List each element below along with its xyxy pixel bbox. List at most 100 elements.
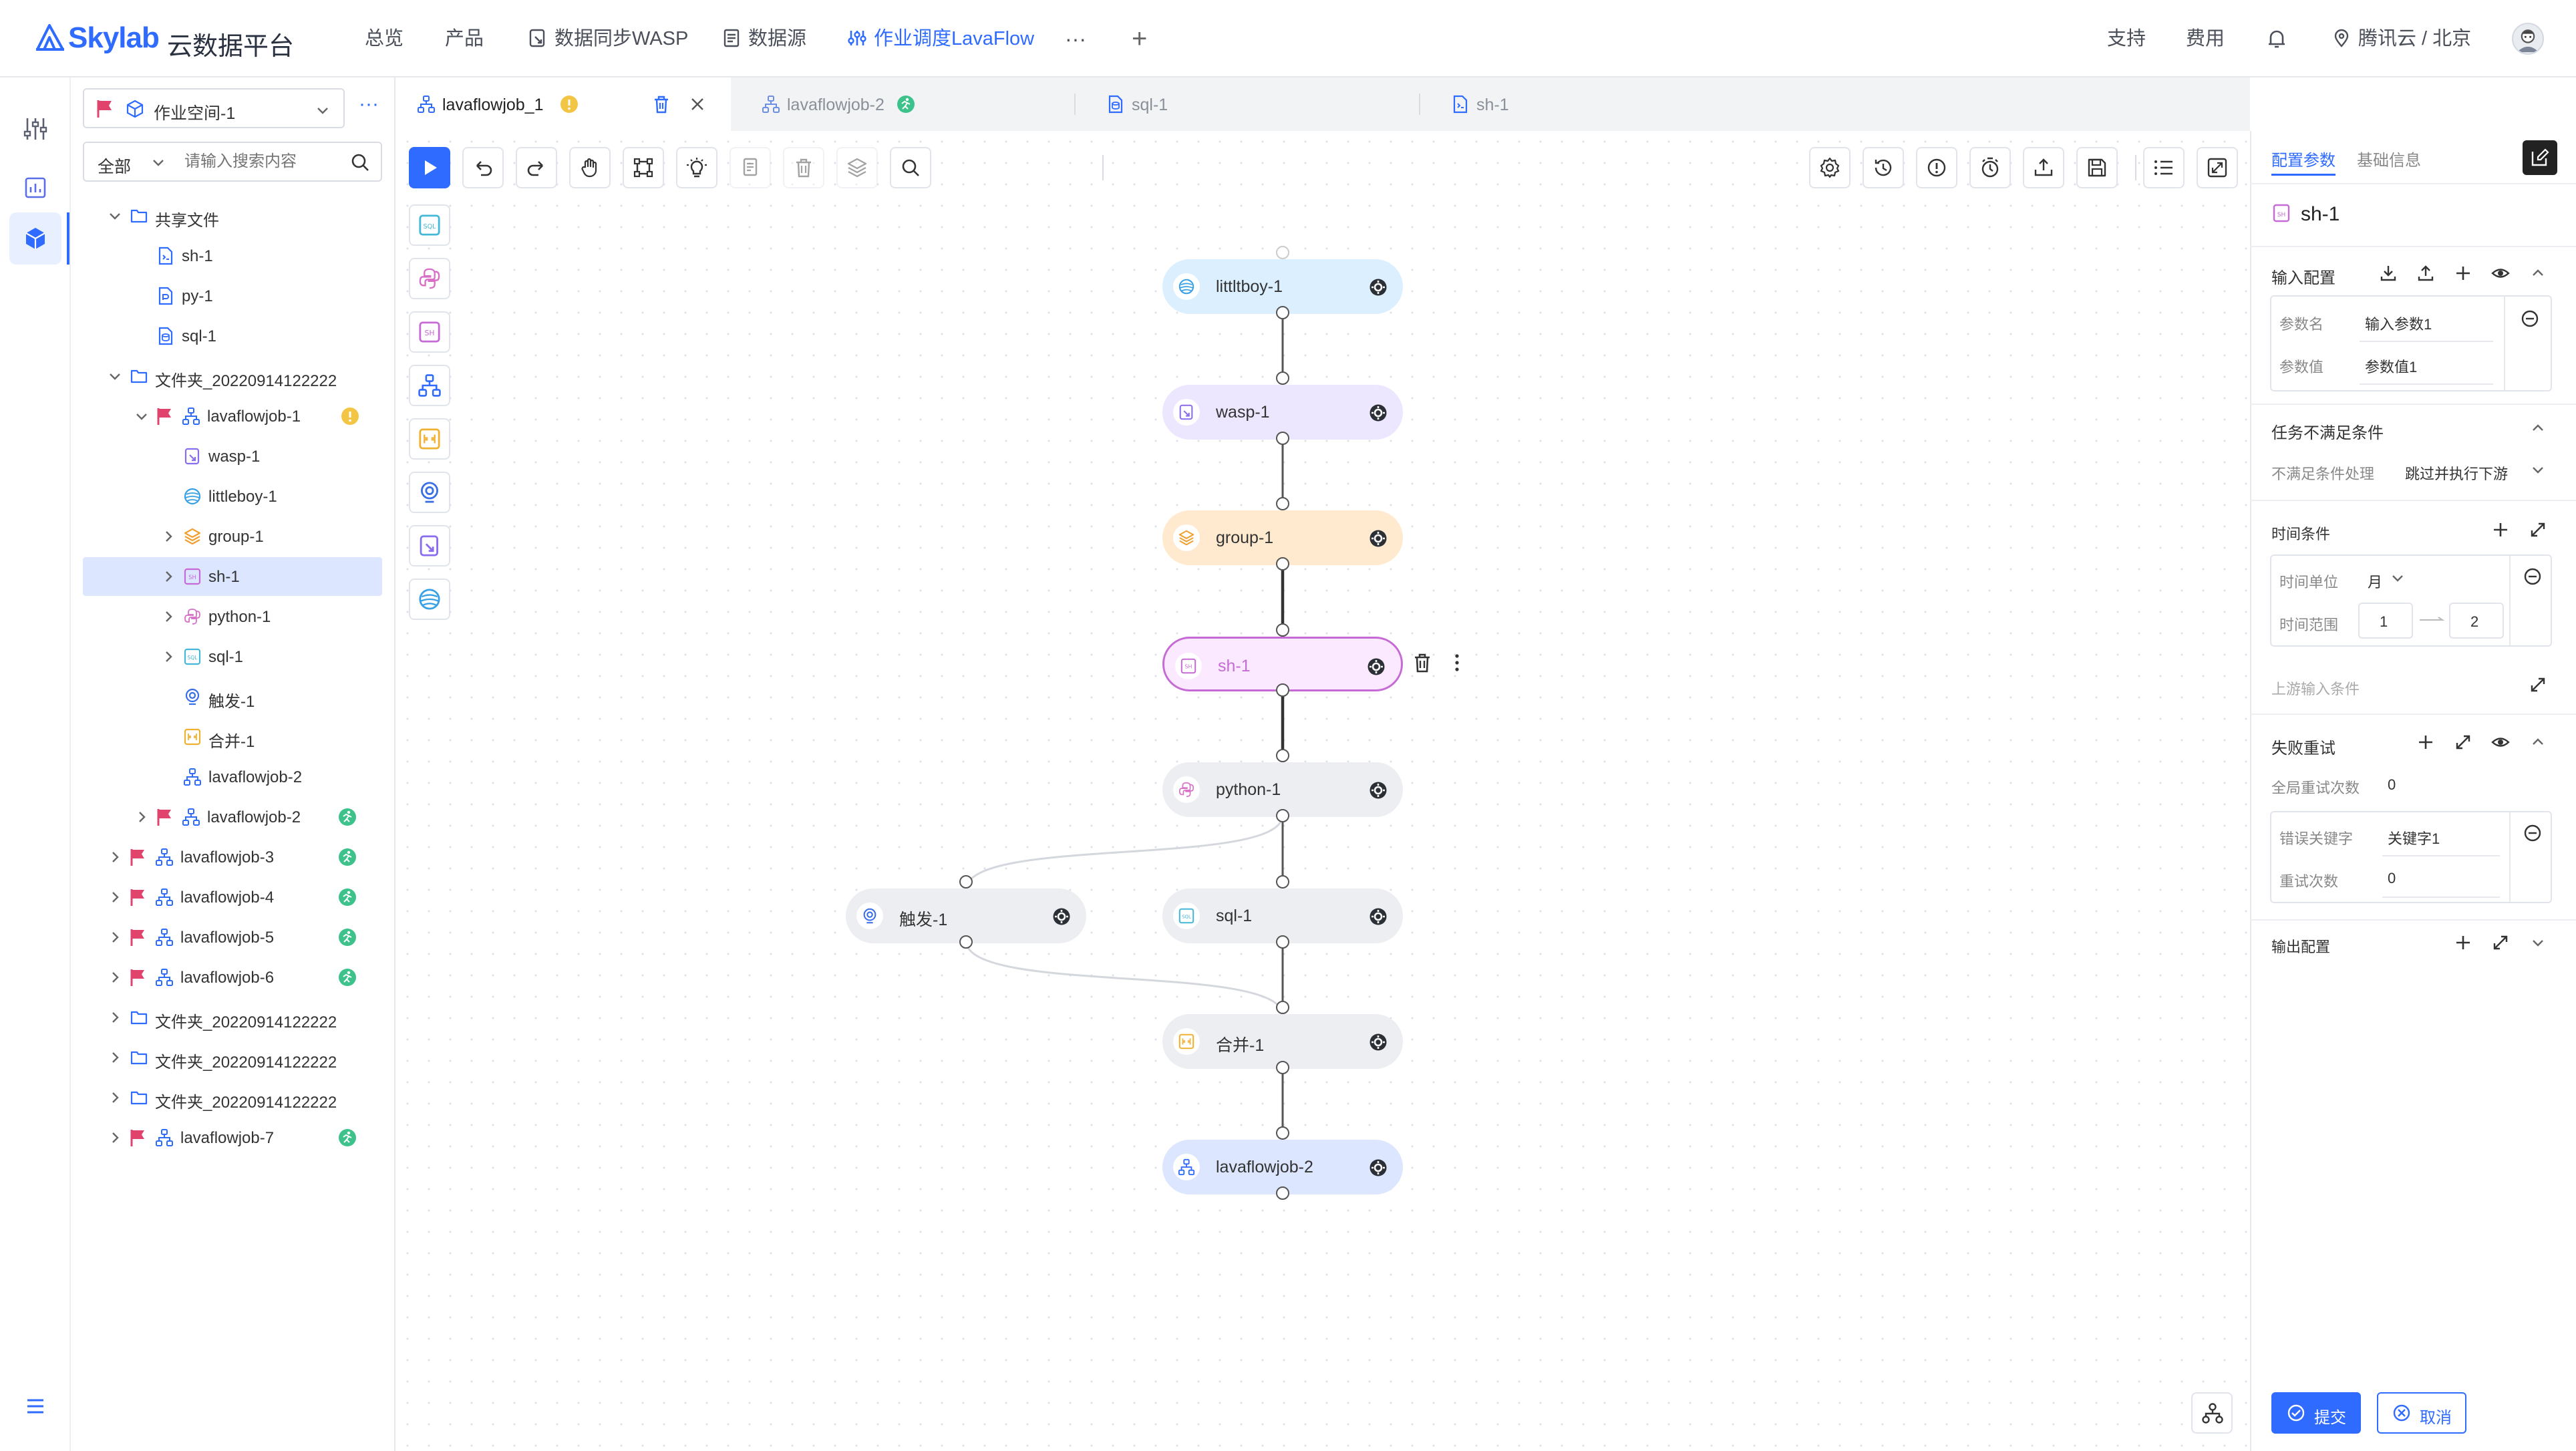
search-icon[interactable] bbox=[350, 152, 370, 172]
chevron-down-icon[interactable] bbox=[107, 368, 123, 384]
output-port[interactable] bbox=[1276, 432, 1289, 445]
chevron-down-icon[interactable] bbox=[2528, 933, 2548, 953]
palette-littleboy-button[interactable] bbox=[409, 579, 450, 620]
rail-monitor-button[interactable] bbox=[9, 162, 61, 214]
tree-item[interactable]: SQL sql-1 bbox=[83, 637, 382, 676]
palette-python-button[interactable] bbox=[409, 258, 450, 299]
retry-count-field[interactable]: 0 bbox=[2388, 870, 2396, 887]
palette-merge-button[interactable] bbox=[409, 418, 450, 460]
input-port[interactable] bbox=[1276, 497, 1289, 510]
palette-flow-button[interactable] bbox=[409, 365, 450, 406]
input-port[interactable] bbox=[1276, 875, 1289, 889]
chevron-right-icon[interactable] bbox=[160, 649, 176, 665]
highlight-button[interactable] bbox=[676, 147, 717, 188]
tree-item[interactable]: 共享文件 bbox=[83, 196, 382, 235]
history-button[interactable] bbox=[1863, 147, 1904, 188]
chevron-right-icon[interactable] bbox=[107, 1009, 123, 1025]
copy-button[interactable] bbox=[730, 147, 771, 188]
global-retry-field[interactable]: 0 bbox=[2388, 776, 2396, 794]
node-settings-icon[interactable] bbox=[1368, 907, 1388, 927]
search-input[interactable] bbox=[184, 148, 338, 175]
add-icon[interactable] bbox=[2490, 520, 2511, 540]
layout-button[interactable] bbox=[2191, 1392, 2233, 1434]
remove-time-condition-icon[interactable] bbox=[2523, 567, 2543, 587]
error-keyword-field[interactable]: 关键字1 bbox=[2388, 827, 2440, 848]
tree-item[interactable]: wasp-1 bbox=[83, 437, 382, 476]
palette-sql-button[interactable]: SQL bbox=[409, 204, 450, 246]
tree-item[interactable]: lavaflowjob-4 bbox=[83, 878, 382, 917]
redo-button[interactable] bbox=[516, 147, 557, 188]
output-port[interactable] bbox=[1276, 683, 1289, 697]
time-range-from-input[interactable]: 1 bbox=[2358, 603, 2413, 639]
tree-item[interactable]: lavaflowjob-7 bbox=[83, 1118, 382, 1157]
tree-item[interactable]: 文件夹_20220914122222 bbox=[83, 1038, 382, 1077]
rail-lavaflow-button[interactable] bbox=[9, 212, 61, 265]
eye-icon[interactable] bbox=[2490, 263, 2511, 283]
chevron-right-icon[interactable] bbox=[107, 889, 123, 905]
chevron-right-icon[interactable] bbox=[107, 1130, 123, 1146]
add-icon[interactable] bbox=[2416, 732, 2436, 752]
palette-trigger-button[interactable] bbox=[409, 472, 450, 513]
chevron-right-icon[interactable] bbox=[160, 569, 176, 585]
nav-wasp[interactable]: 数据同步WASP bbox=[528, 23, 688, 55]
expand-icon[interactable] bbox=[2490, 933, 2511, 953]
tree-item[interactable]: SH sh-1 bbox=[83, 557, 382, 596]
nav-datasource[interactable]: 数据源 bbox=[721, 23, 806, 55]
output-port[interactable] bbox=[1276, 557, 1289, 571]
expand-icon[interactable] bbox=[2528, 675, 2548, 695]
input-port[interactable] bbox=[1276, 1001, 1289, 1014]
bell-icon[interactable] bbox=[2265, 27, 2289, 51]
nav-products[interactable]: 产品 bbox=[445, 23, 484, 55]
nav-more-button[interactable]: ··· bbox=[1065, 23, 1086, 55]
param-name-field[interactable]: 输入参数1 bbox=[2365, 313, 2432, 334]
tab-lavaflowjob_1[interactable]: lavaflowjob_1 bbox=[397, 77, 731, 131]
tree-item[interactable]: lavaflowjob-2 bbox=[83, 758, 382, 796]
region-selector[interactable]: 腾讯云 / 北京 bbox=[2331, 23, 2471, 55]
delete-button[interactable] bbox=[783, 147, 824, 188]
schedule-button[interactable] bbox=[1969, 147, 2011, 188]
time-range-to-input[interactable]: 2 bbox=[2449, 603, 2504, 639]
expand-icon[interactable] bbox=[2528, 520, 2548, 540]
tree-item[interactable]: lavaflowjob-5 bbox=[83, 918, 382, 957]
output-port[interactable] bbox=[1276, 306, 1289, 319]
node-settings-icon[interactable] bbox=[1368, 1158, 1388, 1178]
tree-item[interactable]: 合并-1 bbox=[83, 717, 382, 756]
tab-lavaflowjob-2[interactable]: lavaflowjob-2 bbox=[742, 77, 1076, 131]
upload-icon[interactable] bbox=[2416, 263, 2436, 283]
settings-button[interactable] bbox=[1809, 147, 1850, 188]
output-port[interactable] bbox=[1276, 809, 1289, 822]
node-settings-icon[interactable] bbox=[1368, 528, 1388, 548]
chevron-up-icon[interactable] bbox=[2528, 732, 2548, 752]
list-button[interactable] bbox=[2143, 147, 2185, 188]
chevron-right-icon[interactable] bbox=[107, 929, 123, 945]
expand-icon[interactable] bbox=[2453, 732, 2473, 752]
tab-sh-1[interactable]: sh-1 bbox=[1431, 77, 1765, 131]
output-port[interactable] bbox=[959, 935, 973, 949]
input-port[interactable] bbox=[1276, 623, 1289, 637]
save-button[interactable] bbox=[2076, 147, 2118, 188]
tree-item[interactable]: sql-1 bbox=[83, 317, 382, 355]
download-icon[interactable] bbox=[2378, 263, 2398, 283]
tree-item[interactable]: lavaflowjob-6 bbox=[83, 958, 382, 997]
output-port[interactable] bbox=[1276, 1186, 1289, 1200]
remove-keyword-icon[interactable] bbox=[2523, 823, 2543, 843]
tab-basic-info[interactable]: 基础信息 bbox=[2357, 147, 2421, 170]
nav-support[interactable]: 支持 bbox=[2107, 23, 2146, 55]
workspace-select[interactable]: 作业空间-1 bbox=[83, 88, 345, 128]
chevron-right-icon[interactable] bbox=[160, 528, 176, 544]
delete-node-icon[interactable] bbox=[1411, 651, 1434, 674]
chevron-right-icon[interactable] bbox=[107, 1050, 123, 1066]
palette-wasp-button[interactable] bbox=[409, 525, 450, 567]
tree-item[interactable]: py-1 bbox=[83, 277, 382, 315]
tree-item[interactable]: sh-1 bbox=[83, 236, 382, 275]
info-button[interactable] bbox=[1916, 147, 1957, 188]
remove-param-icon[interactable] bbox=[2520, 309, 2540, 329]
node-settings-icon[interactable] bbox=[1052, 907, 1072, 927]
run-button[interactable] bbox=[409, 147, 450, 188]
add-icon[interactable] bbox=[2453, 263, 2473, 283]
tree-item[interactable]: python-1 bbox=[83, 597, 382, 636]
nav-cost[interactable]: 费用 bbox=[2186, 23, 2225, 55]
pan-button[interactable] bbox=[569, 147, 611, 188]
eye-icon[interactable] bbox=[2490, 732, 2511, 752]
tree-item[interactable]: 触发-1 bbox=[83, 677, 382, 716]
